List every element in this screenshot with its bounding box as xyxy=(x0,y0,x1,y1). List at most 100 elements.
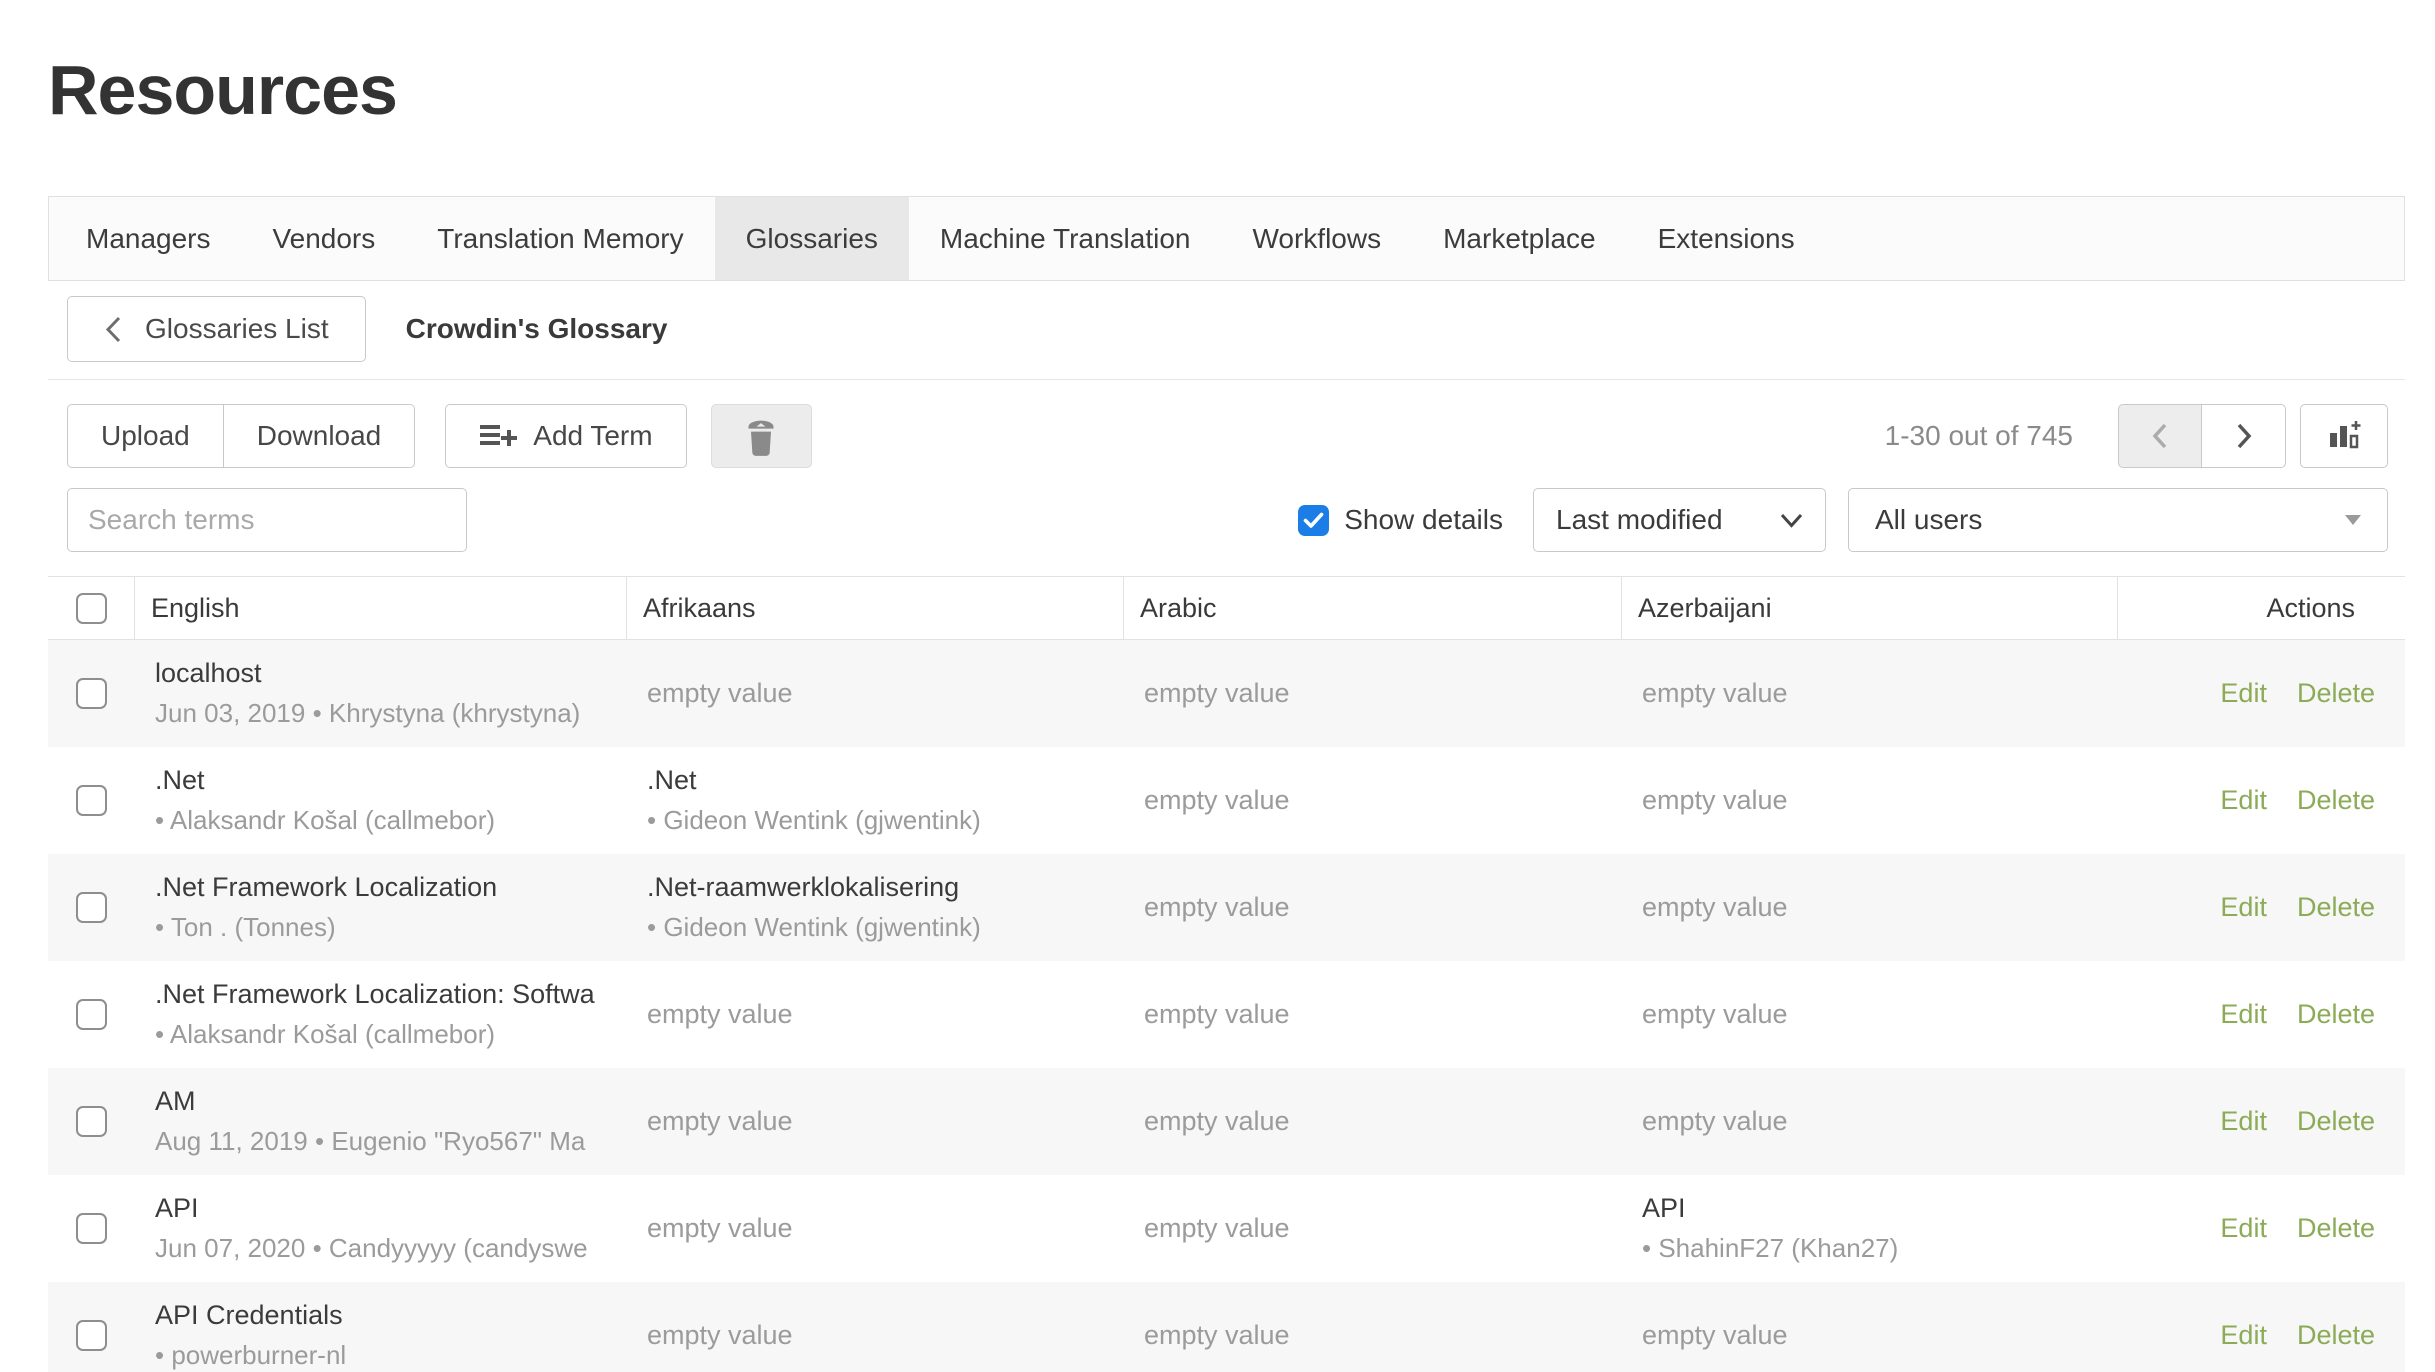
tab-glossaries[interactable]: Glossaries xyxy=(715,197,909,280)
table-row: .Net Framework Localization: Softwa • Al… xyxy=(48,961,2405,1068)
divider xyxy=(48,379,2405,380)
breadcrumb: Glossaries List Crowdin's Glossary xyxy=(67,296,2405,362)
term-cell: empty value xyxy=(627,1068,1124,1175)
term-cell: empty value xyxy=(1622,1282,2118,1372)
delete-selected-button[interactable] xyxy=(711,404,812,468)
tab-machine-translation[interactable]: Machine Translation xyxy=(909,197,1222,280)
term-cell: .Net • Alaksandr Košal (callmebor) xyxy=(135,747,627,854)
chevron-right-icon xyxy=(2233,421,2255,451)
edit-link[interactable]: Edit xyxy=(2220,678,2267,709)
empty-value: empty value xyxy=(1642,892,2118,923)
empty-value: empty value xyxy=(1642,1106,2118,1137)
sort-select[interactable]: Last modified xyxy=(1533,488,1826,552)
show-details-toggle[interactable]: Show details xyxy=(1298,504,1503,536)
delete-link[interactable]: Delete xyxy=(2297,1320,2375,1351)
term-cell: empty value xyxy=(1622,640,2118,747)
term-title: API xyxy=(155,1193,627,1224)
select-all-checkbox[interactable] xyxy=(76,593,107,624)
empty-value: empty value xyxy=(1642,678,2118,709)
row-checkbox[interactable] xyxy=(76,892,107,923)
next-page-button[interactable] xyxy=(2202,404,2286,468)
pagination-label: 1-30 out of 745 xyxy=(1885,420,2073,452)
term-cell: empty value xyxy=(1124,640,1622,747)
empty-value: empty value xyxy=(647,678,1124,709)
delete-link[interactable]: Delete xyxy=(2297,1106,2375,1137)
checkbox-checked-icon[interactable] xyxy=(1298,505,1329,536)
term-cell: API • ShahinF27 (Khan27) xyxy=(1622,1175,2118,1282)
manage-columns-button[interactable] xyxy=(2300,404,2388,468)
table-row: AM Aug 11, 2019 • Eugenio "Ryo567" Ma em… xyxy=(48,1068,2405,1175)
empty-value: empty value xyxy=(647,1320,1124,1351)
empty-value: empty value xyxy=(1144,785,1622,816)
term-cell: .Net Framework Localization: Softwa • Al… xyxy=(135,961,627,1068)
delete-link[interactable]: Delete xyxy=(2297,678,2375,709)
actions-cell: Edit Delete xyxy=(2118,640,2405,747)
empty-value: empty value xyxy=(1642,1320,2118,1351)
users-filter-select[interactable]: All users xyxy=(1848,488,2388,552)
column-header-azerbaijani: Azerbaijani xyxy=(1622,577,2118,639)
empty-value: empty value xyxy=(1642,785,2118,816)
table-header: English Afrikaans Arabic Azerbaijani Act… xyxy=(48,576,2405,640)
tab-translation-memory[interactable]: Translation Memory xyxy=(406,197,714,280)
tab-extensions[interactable]: Extensions xyxy=(1627,197,1826,280)
term-title: .Net xyxy=(155,765,627,796)
row-checkbox[interactable] xyxy=(76,678,107,709)
chevron-left-icon xyxy=(104,315,123,344)
empty-value: empty value xyxy=(1144,1320,1622,1351)
table-body: localhost Jun 03, 2019 • Khrystyna (khry… xyxy=(48,640,2405,1372)
row-checkbox[interactable] xyxy=(76,785,107,816)
term-meta: • Alaksandr Košal (callmebor) xyxy=(155,805,627,836)
empty-value: empty value xyxy=(1642,999,2118,1030)
edit-link[interactable]: Edit xyxy=(2220,1320,2267,1351)
add-term-button[interactable]: Add Term xyxy=(445,404,686,468)
edit-link[interactable]: Edit xyxy=(2220,1213,2267,1244)
column-header-arabic: Arabic xyxy=(1124,577,1622,639)
glossaries-list-back-button[interactable]: Glossaries List xyxy=(67,296,366,362)
term-meta: • ShahinF27 (Khan27) xyxy=(1642,1233,2118,1264)
term-title: API Credentials xyxy=(155,1300,627,1331)
users-filter-value: All users xyxy=(1875,504,1982,536)
term-cell: .Net-raamwerklokalisering • Gideon Wenti… xyxy=(627,854,1124,961)
sort-select-value: Last modified xyxy=(1556,504,1723,536)
tab-vendors[interactable]: Vendors xyxy=(242,197,407,280)
term-meta: • Gideon Wentink (gjwentink) xyxy=(647,805,1124,836)
delete-link[interactable]: Delete xyxy=(2297,1213,2375,1244)
row-checkbox[interactable] xyxy=(76,1106,107,1137)
chevron-down-icon xyxy=(1780,513,1803,528)
add-term-label: Add Term xyxy=(533,420,652,452)
edit-link[interactable]: Edit xyxy=(2220,785,2267,816)
search-input[interactable] xyxy=(67,488,467,552)
term-cell: AM Aug 11, 2019 • Eugenio "Ryo567" Ma xyxy=(135,1068,627,1175)
delete-link[interactable]: Delete xyxy=(2297,999,2375,1030)
column-header-english: English xyxy=(135,577,627,639)
edit-link[interactable]: Edit xyxy=(2220,1106,2267,1137)
term-cell: empty value xyxy=(1622,747,2118,854)
delete-link[interactable]: Delete xyxy=(2297,892,2375,923)
toolbar: Upload Download Add Term xyxy=(67,404,2388,468)
add-term-list-plus-icon xyxy=(479,420,517,452)
term-meta: • powerburner-nl xyxy=(155,1340,627,1371)
term-cell: empty value xyxy=(1622,961,2118,1068)
term-cell: empty value xyxy=(627,1175,1124,1282)
row-checkbox[interactable] xyxy=(76,999,107,1030)
edit-link[interactable]: Edit xyxy=(2220,892,2267,923)
delete-link[interactable]: Delete xyxy=(2297,785,2375,816)
actions-cell: Edit Delete xyxy=(2118,1175,2405,1282)
empty-value: empty value xyxy=(1144,1106,1622,1137)
term-cell: empty value xyxy=(1124,961,1622,1068)
term-title: .Net Framework Localization: Softwa xyxy=(155,979,627,1010)
prev-page-button[interactable] xyxy=(2118,404,2202,468)
edit-link[interactable]: Edit xyxy=(2220,999,2267,1030)
term-title: .Net xyxy=(647,765,1124,796)
tab-workflows[interactable]: Workflows xyxy=(1221,197,1412,280)
download-button[interactable]: Download xyxy=(224,404,416,468)
upload-button[interactable]: Upload xyxy=(67,404,224,468)
tab-managers[interactable]: Managers xyxy=(55,197,242,280)
chevron-left-icon xyxy=(2149,421,2171,451)
tab-marketplace[interactable]: Marketplace xyxy=(1412,197,1627,280)
row-checkbox[interactable] xyxy=(76,1213,107,1244)
term-cell: empty value xyxy=(627,961,1124,1068)
term-title: AM xyxy=(155,1086,627,1117)
row-checkbox[interactable] xyxy=(76,1320,107,1351)
empty-value: empty value xyxy=(1144,999,1622,1030)
